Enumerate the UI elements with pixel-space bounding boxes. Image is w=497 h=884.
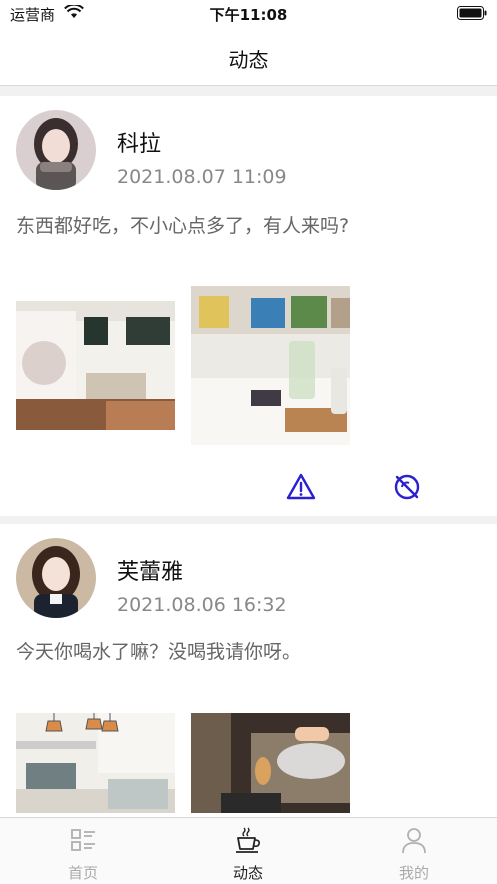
moments-feed[interactable]: 科拉 2021.08.07 11:09 东西都好吃，不小心点多了，有人来吗? 芙… bbox=[0, 86, 497, 817]
avatar[interactable] bbox=[16, 110, 96, 190]
status-bar: 运营商 下午11:08 bbox=[0, 0, 497, 28]
post-date: 2021.08.06 16:32 bbox=[117, 594, 287, 616]
clock: 下午11:08 bbox=[209, 6, 288, 24]
post-content: 今天你喝水了嘛？没喝我请你呀。 bbox=[16, 641, 302, 663]
user-icon bbox=[402, 828, 426, 854]
post-card[interactable]: 科拉 2021.08.07 11:09 东西都好吃，不小心点多了，有人来吗? bbox=[0, 96, 497, 516]
warning-icon[interactable] bbox=[286, 472, 316, 502]
post-photo[interactable] bbox=[191, 286, 350, 445]
tab-bar: 首页 动态 我的 bbox=[0, 817, 497, 884]
post-date: 2021.08.07 11:09 bbox=[117, 166, 287, 188]
tab-home[interactable]: 首页 bbox=[33, 818, 133, 884]
battery-icon bbox=[457, 6, 487, 20]
post-photo[interactable] bbox=[16, 301, 175, 430]
home-list-icon bbox=[71, 829, 95, 851]
nav-bar: 动态 bbox=[0, 28, 497, 86]
block-icon[interactable] bbox=[392, 472, 422, 502]
coffee-cup-icon bbox=[236, 827, 260, 853]
avatar[interactable] bbox=[16, 538, 96, 618]
page-title: 动态 bbox=[228, 48, 269, 72]
post-photo[interactable] bbox=[16, 713, 175, 813]
author-name[interactable]: 科拉 bbox=[117, 126, 161, 158]
post-content: 东西都好吃，不小心点多了，有人来吗? bbox=[16, 215, 350, 237]
post-photo[interactable] bbox=[191, 713, 350, 813]
tab-label: 我的 bbox=[398, 864, 429, 882]
tab-mine[interactable]: 我的 bbox=[364, 818, 464, 884]
tab-label: 动态 bbox=[232, 864, 263, 882]
tab-label: 首页 bbox=[67, 864, 98, 882]
author-name[interactable]: 芙蕾雅 bbox=[117, 554, 183, 586]
tab-moments[interactable]: 动态 bbox=[198, 818, 298, 884]
post-card[interactable]: 芙蕾雅 2021.08.06 16:32 今天你喝水了嘛？没喝我请你呀。 bbox=[0, 524, 497, 817]
